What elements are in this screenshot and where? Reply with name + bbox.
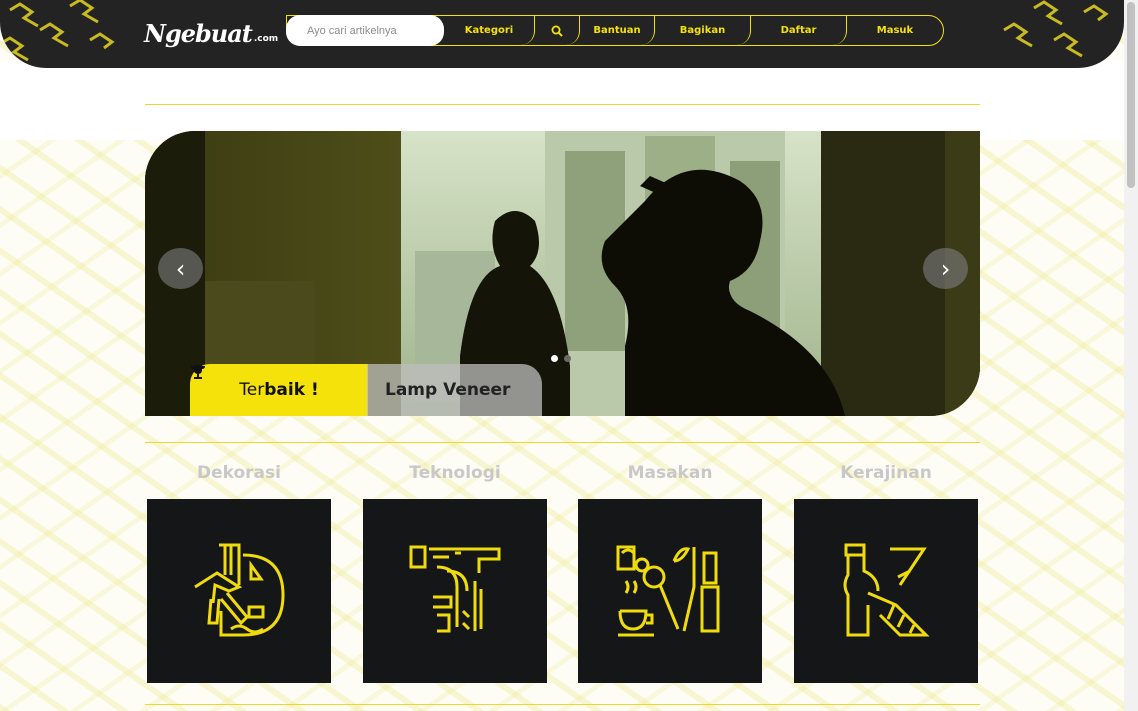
badge-prefix: Ter xyxy=(239,380,265,400)
nav-masuk[interactable]: Masuk xyxy=(847,16,943,45)
nav-daftar[interactable]: Daftar xyxy=(751,16,847,45)
nav-bantuan-label: Bantuan xyxy=(593,25,641,36)
category-tile[interactable] xyxy=(147,499,331,683)
site-header: Ngebuat .com Kategori Bantuan Bagikan Da… xyxy=(0,0,1124,68)
featured-article-title[interactable]: Lamp Veneer xyxy=(367,364,542,416)
category-title: Teknologi xyxy=(409,463,501,483)
hero-slider[interactable]: ‹ › Ter baik ! Lamp Veneer xyxy=(145,131,980,416)
badge-bold: baik ! xyxy=(264,380,319,400)
header-pattern-right xyxy=(1003,0,1109,58)
nav-daftar-label: Daftar xyxy=(780,25,817,36)
nav-kategori[interactable]: Kategori xyxy=(444,16,535,45)
category-teknologi[interactable]: Teknologi xyxy=(363,460,547,683)
logo-text: Ngebuat xyxy=(144,19,253,48)
category-masakan[interactable]: Masakan xyxy=(578,460,762,683)
nav-bagikan-label: Bagikan xyxy=(679,25,726,36)
chevron-right-icon: › xyxy=(940,254,951,283)
category-tile[interactable] xyxy=(363,499,547,683)
kerajinan-icon xyxy=(843,543,930,637)
slider-dot[interactable] xyxy=(564,355,571,362)
nav-masuk-label: Masuk xyxy=(876,25,914,36)
teknologi-icon xyxy=(409,545,501,633)
dekorasi-icon xyxy=(194,543,285,637)
header-pattern-left xyxy=(0,0,115,62)
trophy-icon xyxy=(191,365,205,379)
slider-dots xyxy=(551,355,571,362)
slider-next-button[interactable]: › xyxy=(923,248,968,289)
chevron-left-icon: ‹ xyxy=(175,254,186,283)
top-band xyxy=(0,60,1124,140)
category-title: Masakan xyxy=(627,463,713,483)
nav-kategori-label: Kategori xyxy=(464,25,514,36)
category-kerajinan[interactable]: Kerajinan xyxy=(794,460,978,683)
search-button[interactable] xyxy=(535,16,580,45)
search-input[interactable] xyxy=(286,15,444,46)
masakan-icon xyxy=(616,545,720,637)
slider-dot[interactable] xyxy=(551,355,558,362)
category-title: Kerajinan xyxy=(840,463,932,483)
nav-bagikan[interactable]: Bagikan xyxy=(655,16,751,45)
search-icon xyxy=(551,25,563,37)
category-tile[interactable] xyxy=(794,499,978,683)
site-logo[interactable]: Ngebuat .com xyxy=(144,8,278,52)
slider-prev-button[interactable]: ‹ xyxy=(158,248,203,289)
scrollbar-thumb[interactable] xyxy=(1127,2,1135,188)
divider-middle xyxy=(145,442,980,443)
terbaik-badge: Ter baik ! xyxy=(190,364,368,416)
category-title: Dekorasi xyxy=(197,463,281,483)
category-dekorasi[interactable]: Dekorasi xyxy=(147,460,331,683)
divider-top xyxy=(145,104,980,105)
nav-bantuan[interactable]: Bantuan xyxy=(580,16,655,45)
main-nav: Kategori Bantuan Bagikan Daftar Masuk xyxy=(286,15,944,46)
logo-suffix: .com xyxy=(253,34,279,44)
divider-bottom xyxy=(145,704,980,705)
category-tile[interactable] xyxy=(578,499,762,683)
vertical-scrollbar[interactable] xyxy=(1124,0,1138,711)
